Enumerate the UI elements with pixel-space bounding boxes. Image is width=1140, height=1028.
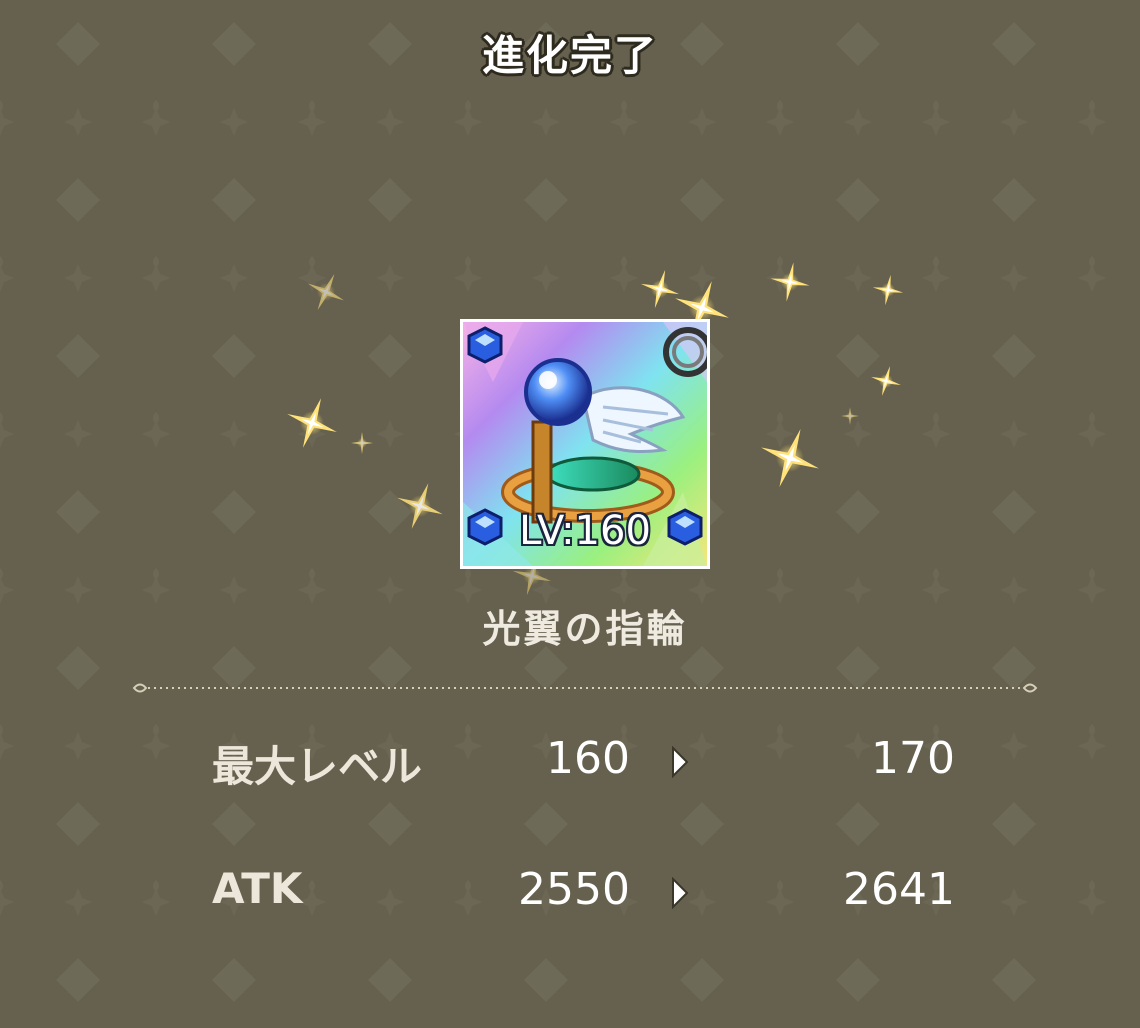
item-name: 光翼の指輪 bbox=[482, 607, 688, 651]
sparkle-icon bbox=[299, 265, 353, 319]
stat-after-max-level: 170 bbox=[871, 733, 955, 784]
sparkle-icon bbox=[388, 474, 452, 538]
stat-before-atk: 2550 bbox=[518, 864, 630, 915]
divider bbox=[132, 683, 1038, 693]
arrow-right-icon bbox=[672, 746, 689, 778]
sparkle-icon bbox=[870, 272, 906, 308]
sparkle-icon bbox=[750, 418, 830, 498]
item-level-label: LV:160 bbox=[519, 508, 651, 554]
sparkle-icon bbox=[841, 407, 859, 425]
item-icon-frame[interactable]: LV:160 bbox=[460, 319, 710, 569]
stat-before-max-level: 160 bbox=[546, 733, 630, 784]
stat-label-max-level: 最大レベル bbox=[212, 742, 423, 791]
sparkle-icon bbox=[767, 259, 813, 305]
sparkle-icon bbox=[351, 432, 373, 454]
sparkle-icon bbox=[278, 389, 346, 457]
sapphire-icon bbox=[467, 326, 503, 364]
sparkle-icon bbox=[867, 362, 905, 400]
sparkle-icon bbox=[635, 264, 685, 314]
stat-label-atk: ATK bbox=[212, 864, 303, 913]
stat-after-atk: 2641 bbox=[843, 864, 955, 915]
arrow-right-icon bbox=[672, 877, 689, 909]
